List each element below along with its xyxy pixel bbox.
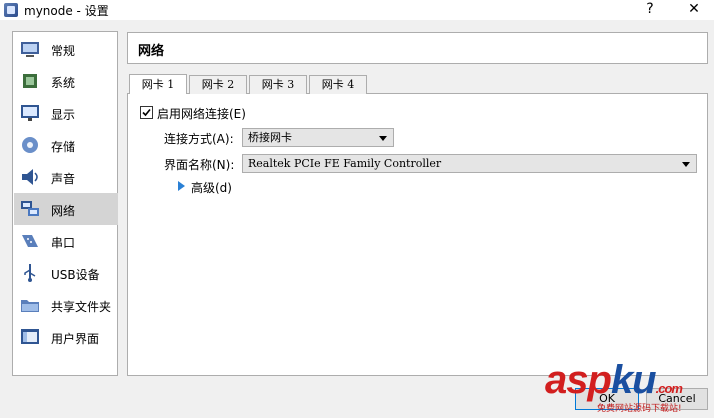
adapter-name-label: 界面名称(N): [164,158,235,172]
sidebar-item-network[interactable]: 网络 [14,193,118,225]
tab-adapter-3[interactable]: 网卡 3 [249,75,307,94]
attached-to-select[interactable]: 桥接网卡 [242,128,394,147]
title-bar: mynode - 设置 ? ✕ [0,0,714,20]
sidebar-item-general[interactable]: 常规 [14,33,118,65]
audio-icon [22,169,38,185]
sidebar-item-shared-folders[interactable]: 共享文件夹 [14,289,118,321]
sidebar-item-usb[interactable]: USB设备 [14,257,118,289]
shared-folder-icon [21,300,39,312]
sidebar-item-audio[interactable]: 声音 [14,161,118,193]
checkmark-icon [142,108,151,117]
general-icon [21,42,39,57]
chevron-down-icon [682,162,690,167]
page-header: 网络 [127,32,708,64]
adapter-name-value: Realtek PCIe FE Family Controller [248,157,442,170]
display-icon [21,105,39,121]
network-icon [21,201,39,216]
advanced-toggle[interactable]: 高级(d) [191,179,232,196]
watermark: aspku.com 免费网站源码下载站! [545,358,714,418]
storage-icon [22,137,38,153]
serial-port-icon [22,235,38,247]
sidebar-item-system[interactable]: 系统 [14,65,118,97]
sidebar-item-user-interface[interactable]: 用户界面 [14,321,118,353]
attached-to-value: 桥接网卡 [248,131,292,144]
tab-adapter-4[interactable]: 网卡 4 [309,75,367,94]
chevron-down-icon [379,136,387,141]
enable-network-label: 启用网络连接(E) [157,107,246,121]
close-button[interactable]: ✕ [674,0,714,20]
sidebar-item-serial-port[interactable]: 串口 [14,225,118,257]
sidebar-item-storage[interactable]: 存储 [14,129,118,161]
virtualbox-icon [4,3,18,17]
system-icon [23,74,37,88]
adapter-name-select[interactable]: Realtek PCIe FE Family Controller [242,154,697,173]
tab-adapter-2[interactable]: 网卡 2 [189,75,247,94]
attached-to-label: 连接方式(A): [164,132,234,146]
user-interface-icon [21,329,39,344]
sidebar-item-display[interactable]: 显示 [14,97,118,129]
page-title: 网络 [138,44,165,59]
settings-sidebar: 常规 系统 显示 存储 声音 网络 串口 USB设备 共享文件夹 用户界面 [12,31,118,376]
window-title: mynode - 设置 [24,4,109,18]
tab-adapter-1[interactable]: 网卡 1 [129,74,187,94]
expand-arrow-icon[interactable] [178,181,185,191]
enable-network-checkbox[interactable] [140,106,153,119]
help-button[interactable]: ? [630,0,670,20]
watermark-subtitle: 免费网站源码下载站! [597,404,682,414]
usb-icon [24,264,36,282]
